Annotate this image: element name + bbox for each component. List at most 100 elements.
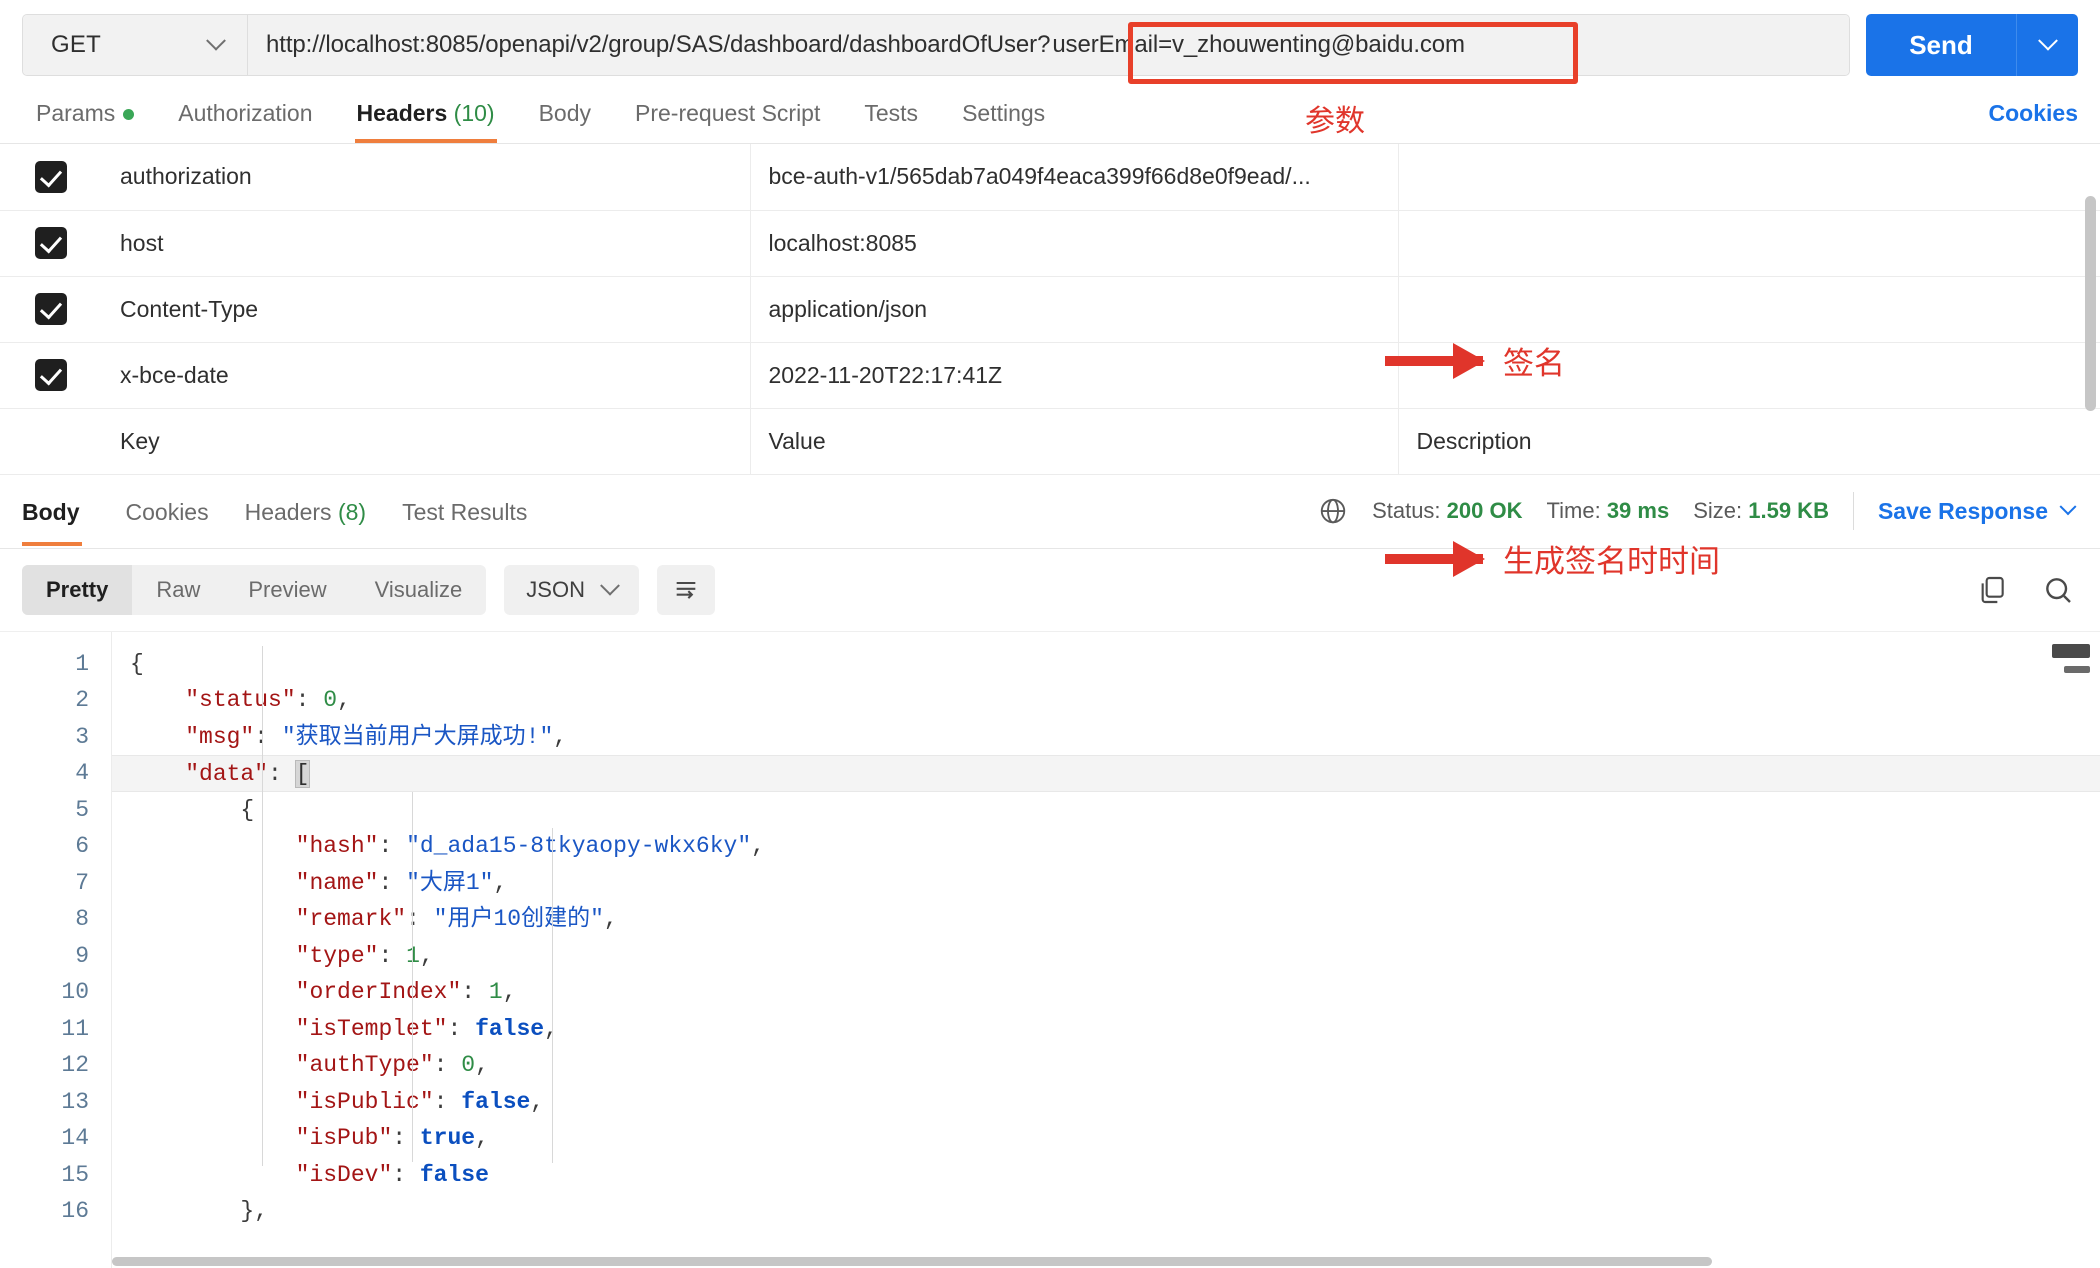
tab-body[interactable]: Body xyxy=(517,100,613,143)
json-code-view[interactable]: { "status": 0, "msg": "获取当前用户大屏成功!", "da… xyxy=(112,632,2100,1268)
code-token: "hash" xyxy=(295,833,379,859)
code-horizontal-scrollbar[interactable] xyxy=(112,1257,1712,1266)
response-tab-body[interactable]: Body xyxy=(22,477,98,546)
table-row[interactable]: host localhost:8085 xyxy=(0,210,2100,277)
chevron-down-icon xyxy=(2037,30,2058,51)
line-number: 11 xyxy=(61,1015,89,1042)
header-description-cell[interactable] xyxy=(1398,144,2100,211)
empty-checkbox-cell xyxy=(0,408,102,475)
code-line: }, xyxy=(112,1193,2100,1230)
save-response-button[interactable]: Save Response xyxy=(1877,497,2077,525)
view-visualize-button[interactable]: Visualize xyxy=(351,565,487,615)
new-header-value-input[interactable]: Value xyxy=(750,408,1399,475)
code-token: }, xyxy=(240,1198,269,1224)
time-value: 39 ms xyxy=(1606,498,1670,523)
code-token: "获取当前用户大屏成功!" xyxy=(281,723,554,750)
header-value-cell[interactable]: bce-auth-v1/565dab7a049f4eaca399f66d8e0f… xyxy=(750,144,1399,211)
code-token: , xyxy=(751,833,765,859)
table-row[interactable]: Content-Type application/json xyxy=(0,276,2100,343)
line-number: 7 xyxy=(75,869,89,896)
new-header-key-input[interactable]: Key xyxy=(102,408,751,475)
send-options-button[interactable] xyxy=(2016,14,2078,76)
table-row[interactable]: authorization bce-auth-v1/565dab7a049f4e… xyxy=(0,144,2100,211)
header-key-cell[interactable]: authorization xyxy=(102,144,751,211)
code-token: : xyxy=(406,906,434,932)
headers-table: authorization bce-auth-v1/565dab7a049f4e… xyxy=(0,144,2100,475)
header-key-cell[interactable]: x-bce-date xyxy=(102,342,751,409)
copy-icon[interactable] xyxy=(1976,574,2008,606)
header-value-cell[interactable]: 2022-11-20T22:17:41Z xyxy=(750,342,1399,409)
response-tab-test-results-label: Test Results xyxy=(402,498,528,525)
response-tab-cookies[interactable]: Cookies xyxy=(108,477,227,546)
header-enabled-checkbox[interactable] xyxy=(35,227,67,259)
tab-settings[interactable]: Settings xyxy=(940,100,1067,143)
header-key-cell[interactable]: host xyxy=(102,210,751,277)
tab-settings-label: Settings xyxy=(962,100,1046,126)
code-token: : xyxy=(392,1161,420,1188)
code-line: "isTemplet": false, xyxy=(112,1011,2100,1048)
tab-pre-request-script[interactable]: Pre-request Script xyxy=(613,100,842,143)
code-line: "remark": "用户10创建的", xyxy=(112,901,2100,938)
new-header-description-input[interactable]: Description xyxy=(1398,408,2100,475)
cookies-link[interactable]: Cookies xyxy=(1989,100,2078,143)
code-line: "isDev": false xyxy=(112,1157,2100,1194)
code-token: , xyxy=(553,723,568,750)
url-base-text: http://localhost:8085/openapi/v2/group/S… xyxy=(266,31,1038,58)
line-number: 4 xyxy=(75,760,89,786)
response-tabs-bar: Body Cookies Headers (8) Test Results St… xyxy=(0,475,2100,549)
response-tab-headers[interactable]: Headers (8) xyxy=(227,477,384,546)
code-token: : xyxy=(392,1125,420,1151)
body-format-selector[interactable]: JSON xyxy=(504,564,639,615)
header-enabled-checkbox[interactable] xyxy=(35,160,67,193)
code-token: { xyxy=(240,796,255,823)
wrap-lines-button[interactable] xyxy=(656,564,715,615)
header-key-cell[interactable]: Content-Type xyxy=(102,276,751,343)
body-toolbar-right-icons xyxy=(1976,574,2074,606)
table-row[interactable]: x-bce-date 2022-11-20T22:17:41Z xyxy=(0,342,2100,409)
header-enabled-checkbox[interactable] xyxy=(35,359,67,391)
body-view-segmented: Pretty Raw Preview Visualize xyxy=(22,564,487,615)
response-tab-test-results[interactable]: Test Results xyxy=(384,477,545,546)
size-label: Size: xyxy=(1693,498,1743,523)
save-response-label: Save Response xyxy=(1877,497,2048,524)
http-method-selector[interactable]: GET xyxy=(23,15,248,75)
tab-headers[interactable]: Headers (10) xyxy=(335,100,517,143)
table-row-empty[interactable]: Key Value Description xyxy=(0,408,2100,475)
header-description-cell[interactable] xyxy=(1398,342,2100,409)
url-combo: GET http://localhost:8085/openapi/v2/gro… xyxy=(22,14,1850,76)
code-line: "isPub": true, xyxy=(112,1120,2100,1157)
view-pretty-button[interactable]: Pretty xyxy=(22,564,133,615)
tab-params[interactable]: Params xyxy=(22,100,156,143)
code-line: "data": [ xyxy=(112,755,2100,792)
search-icon[interactable] xyxy=(2042,574,2074,606)
code-line: "hash": "d_ada15-8tkyaopy-wkx6ky", xyxy=(112,828,2100,865)
headers-scrollbar[interactable] xyxy=(2085,196,2096,411)
tab-tests[interactable]: Tests xyxy=(842,100,940,143)
code-token: "用户10创建的" xyxy=(433,906,604,932)
tab-authorization[interactable]: Authorization xyxy=(156,100,334,143)
request-url-bar: GET http://localhost:8085/openapi/v2/gro… xyxy=(0,0,2100,139)
code-fold-guide xyxy=(262,645,263,1166)
response-body-code[interactable]: 1 2 3 4 5 6 7 8 9 10 11 12 13 14 15 16 {… xyxy=(0,630,2100,1268)
line-number: 6 xyxy=(75,833,89,859)
header-value-cell[interactable]: application/json xyxy=(750,276,1399,343)
code-token: "type" xyxy=(295,942,379,969)
view-raw-button[interactable]: Raw xyxy=(132,565,224,615)
header-description-cell[interactable] xyxy=(1398,276,2100,343)
code-token: "status" xyxy=(185,687,296,713)
header-description-cell[interactable] xyxy=(1398,210,2100,277)
code-token: "remark" xyxy=(295,906,407,932)
url-query-text: userEmail=v_zhouwenting@baidu.com xyxy=(1052,31,1465,58)
http-method-label: GET xyxy=(51,31,101,58)
view-preview-button[interactable]: Preview xyxy=(224,565,350,615)
url-input[interactable]: http://localhost:8085/openapi/v2/group/S… xyxy=(248,15,1849,75)
code-token: "data" xyxy=(185,761,269,787)
line-number: 9 xyxy=(75,942,89,969)
code-token: "isTemplet" xyxy=(295,1015,448,1042)
header-enabled-checkbox[interactable] xyxy=(35,293,67,325)
header-value-cell[interactable]: localhost:8085 xyxy=(750,210,1399,277)
send-button[interactable]: Send xyxy=(1866,14,2016,76)
line-number: 5 xyxy=(75,796,89,823)
